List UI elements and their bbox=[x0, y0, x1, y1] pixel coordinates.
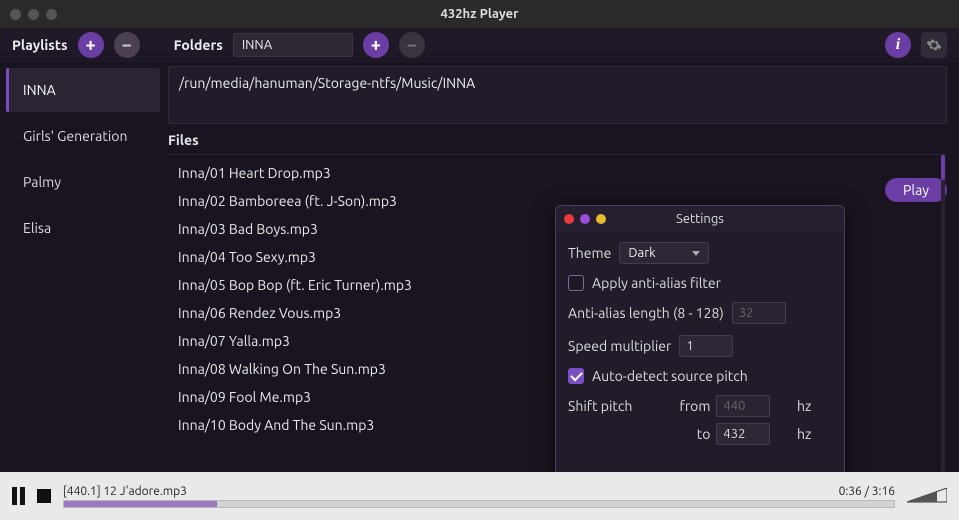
pause-icon bbox=[12, 487, 25, 505]
file-scrollbar[interactable] bbox=[939, 155, 947, 472]
add-folder-button[interactable]: + bbox=[363, 32, 389, 58]
settings-button[interactable] bbox=[921, 32, 947, 58]
shift-pitch-label: Shift pitch bbox=[568, 398, 653, 414]
speed-input[interactable] bbox=[679, 335, 733, 357]
window-controls[interactable] bbox=[10, 9, 57, 20]
files-label: Files bbox=[168, 132, 199, 148]
folders-label: Folders bbox=[174, 37, 223, 53]
file-item[interactable]: Inna/01 Heart Drop.mp3 bbox=[168, 159, 947, 187]
playlist-item[interactable]: Elisa bbox=[6, 206, 160, 250]
theme-label: Theme bbox=[568, 245, 611, 261]
progress-bar[interactable] bbox=[63, 500, 895, 508]
antialias-checkbox[interactable] bbox=[568, 275, 584, 291]
stop-button[interactable] bbox=[37, 489, 51, 503]
playlist-item-label: Palmy bbox=[23, 174, 61, 190]
scrollbar-thumb[interactable] bbox=[941, 155, 945, 180]
folder-name-input[interactable] bbox=[233, 33, 353, 57]
theme-select[interactable]: Dark bbox=[619, 242, 709, 264]
maximize-dot[interactable] bbox=[46, 9, 57, 20]
from-label: from bbox=[659, 398, 710, 414]
antialias-length-input bbox=[732, 302, 786, 324]
window-titlebar: 432hz Player bbox=[0, 0, 959, 28]
info-button[interactable]: i bbox=[885, 32, 911, 58]
settings-window: Settings Theme Dark Apply anti-alias fil… bbox=[555, 205, 845, 472]
volume-icon bbox=[907, 488, 947, 504]
playlist-item[interactable]: Palmy bbox=[6, 160, 160, 204]
folder-path-text: /run/media/hanuman/Storage-ntfs/Music/IN… bbox=[179, 75, 475, 91]
minimize-dot[interactable] bbox=[28, 9, 39, 20]
app-title: 432hz Player bbox=[441, 7, 519, 21]
stop-icon bbox=[37, 489, 51, 503]
playlist-item-label: Elisa bbox=[23, 220, 51, 236]
autodetect-label: Auto-detect source pitch bbox=[592, 368, 748, 384]
settings-titlebar[interactable]: Settings bbox=[556, 206, 844, 232]
autodetect-checkbox[interactable] bbox=[568, 368, 584, 384]
remove-folder-button: − bbox=[399, 32, 425, 58]
close-dot[interactable] bbox=[10, 9, 21, 20]
pitch-to-input[interactable] bbox=[716, 423, 770, 445]
hz-label-2: hz bbox=[797, 426, 832, 442]
playlist-item[interactable]: Girls' Generation bbox=[6, 114, 160, 158]
settings-maximize-dot[interactable] bbox=[596, 214, 606, 224]
settings-minimize-dot[interactable] bbox=[580, 214, 590, 224]
playlist-item-label: INNA bbox=[23, 82, 56, 98]
progress-fill bbox=[64, 501, 217, 507]
antialias-length-label: Anti-alias length (8 - 128) bbox=[568, 305, 724, 321]
playlist-item[interactable]: INNA bbox=[6, 68, 160, 112]
folder-path-box[interactable]: /run/media/hanuman/Storage-ntfs/Music/IN… bbox=[168, 66, 947, 124]
playlist-sidebar: INNA Girls' Generation Palmy Elisa bbox=[0, 62, 168, 472]
player-bar: [440.1] 12 J'adore.mp3 0:36 / 3:16 bbox=[0, 472, 959, 520]
add-playlist-button[interactable]: + bbox=[78, 32, 104, 58]
pause-button[interactable] bbox=[12, 487, 25, 505]
speed-label: Speed multiplier bbox=[568, 338, 671, 354]
volume-control[interactable] bbox=[907, 488, 947, 504]
pitch-from-input bbox=[716, 395, 770, 417]
remove-playlist-button[interactable]: − bbox=[114, 32, 140, 58]
settings-title: Settings bbox=[676, 212, 724, 226]
hz-label-1: hz bbox=[797, 398, 832, 414]
playlists-label: Playlists bbox=[12, 37, 68, 53]
antialias-label: Apply anti-alias filter bbox=[592, 275, 721, 291]
time-display: 0:36 / 3:16 bbox=[839, 485, 895, 498]
gear-icon bbox=[926, 37, 942, 53]
playlist-item-label: Girls' Generation bbox=[23, 128, 127, 144]
toolbar: Playlists + − Folders + − i bbox=[0, 28, 959, 62]
to-label: to bbox=[659, 426, 710, 442]
now-playing-label: [440.1] 12 J'adore.mp3 bbox=[63, 485, 187, 498]
settings-close-dot[interactable] bbox=[564, 214, 574, 224]
